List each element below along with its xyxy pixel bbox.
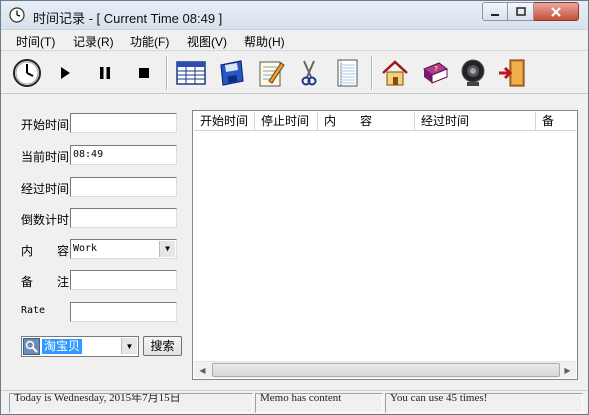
menu-bar: 时间(T) 记录(R) 功能(F) 视图(V) 帮助(H) [1, 30, 588, 51]
menu-time[interactable]: 时间(T) [16, 33, 55, 50]
horizontal-scrollbar[interactable]: ◀ ▶ [194, 361, 576, 378]
search-engine-icon [23, 338, 40, 355]
webcam-icon [461, 59, 485, 86]
record-list[interactable]: 开始时间 停止时间 内 容 经过时间 备 ◀ ▶ [192, 110, 578, 380]
start-button[interactable] [47, 55, 83, 91]
content-select-value: Work [73, 243, 98, 254]
elapsed-time-field[interactable] [70, 177, 177, 197]
save-disk-icon [220, 60, 244, 86]
close-icon [551, 6, 561, 17]
menu-view[interactable]: 视图(V) [187, 33, 227, 50]
countdown-field[interactable] [70, 208, 177, 228]
list-header: 开始时间 停止时间 内 容 经过时间 备 [194, 112, 576, 131]
stop-button[interactable] [126, 55, 162, 91]
rate-field[interactable] [70, 302, 177, 322]
column-header-start-time[interactable]: 开始时间 [194, 112, 255, 130]
memo-field[interactable] [70, 270, 177, 290]
search-engine-value: 淘宝贝 [42, 339, 83, 354]
edit-notepad-icon [259, 61, 285, 87]
status-date: Today is Wednesday, 2015年7月15日 [9, 393, 253, 413]
notebook-button[interactable] [329, 55, 365, 91]
memo-label: 备 注 [21, 275, 70, 289]
scissors-icon [301, 60, 317, 86]
current-time-field[interactable]: 08:49 [70, 145, 177, 165]
home-button[interactable] [377, 55, 413, 91]
scrollbar-thumb[interactable] [212, 363, 560, 377]
toolbar-separator [371, 56, 373, 90]
play-icon [61, 67, 70, 79]
pause-icon [100, 67, 110, 79]
column-header-elapsed[interactable]: 经过时间 [415, 112, 536, 130]
minimize-button[interactable] [482, 2, 508, 21]
webcam-button[interactable] [455, 55, 491, 91]
exit-door-icon [499, 59, 525, 87]
menu-record[interactable]: 记录(R) [73, 33, 114, 50]
svg-text:?: ? [434, 65, 438, 73]
elapsed-time-label: 经过时间 [21, 182, 70, 196]
search-button[interactable]: 搜索 [143, 336, 182, 356]
start-time-label: 开始时间 [21, 118, 70, 132]
start-time-field[interactable] [70, 113, 177, 133]
table-button[interactable] [173, 55, 209, 91]
maximize-icon [515, 6, 526, 16]
content-label: 内 容 [21, 244, 70, 258]
column-header-stop-time[interactable]: 停止时间 [255, 112, 318, 130]
edit-button[interactable] [253, 55, 289, 91]
rate-label: Rate [21, 305, 46, 316]
current-time-label: 当前时间 [21, 150, 70, 164]
chevron-down-icon[interactable]: ▼ [159, 241, 175, 257]
toolbar-separator [166, 56, 168, 90]
toolbar: ? [1, 52, 588, 94]
maximize-button[interactable] [508, 2, 534, 21]
list-body[interactable] [194, 132, 576, 362]
minimize-icon [491, 13, 499, 16]
chevron-down-icon[interactable]: ▼ [121, 338, 137, 354]
exit-button[interactable] [494, 55, 530, 91]
cut-button[interactable] [291, 55, 327, 91]
book-help-icon: ? [422, 62, 449, 84]
clock-button[interactable] [9, 55, 45, 91]
clock-icon [13, 59, 41, 87]
search-engine-select[interactable]: 淘宝贝 ▼ [21, 336, 139, 357]
scroll-left-icon[interactable]: ◀ [194, 362, 211, 378]
stop-icon [139, 68, 149, 78]
status-usage: You can use 45 times! [385, 393, 583, 413]
app-clock-icon [9, 7, 25, 23]
pause-button[interactable] [87, 55, 123, 91]
menu-function[interactable]: 功能(F) [130, 33, 169, 50]
notebook-icon [337, 59, 358, 87]
help-book-button[interactable]: ? [417, 55, 453, 91]
menu-help[interactable]: 帮助(H) [244, 33, 285, 50]
app-window: 时间记录 - [ Current Time 08:49 ] 时间(T) 记录(R… [0, 0, 589, 415]
column-header-memo[interactable]: 备 [536, 112, 576, 130]
status-bar: Today is Wednesday, 2015年7月15日 Memo has … [1, 390, 588, 414]
status-memo: Memo has content [255, 393, 383, 413]
content-select[interactable]: Work ▼ [70, 239, 177, 259]
close-button[interactable] [534, 2, 579, 21]
table-icon [176, 61, 206, 85]
save-button[interactable] [213, 55, 249, 91]
countdown-label: 倒数计时 [21, 213, 70, 227]
home-icon [382, 60, 408, 86]
scroll-right-icon[interactable]: ▶ [559, 362, 576, 378]
title-bar[interactable]: 时间记录 - [ Current Time 08:49 ] [1, 1, 588, 30]
window-title: 时间记录 - [ Current Time 08:49 ] [33, 11, 223, 26]
column-header-content[interactable]: 内 容 [318, 112, 415, 130]
